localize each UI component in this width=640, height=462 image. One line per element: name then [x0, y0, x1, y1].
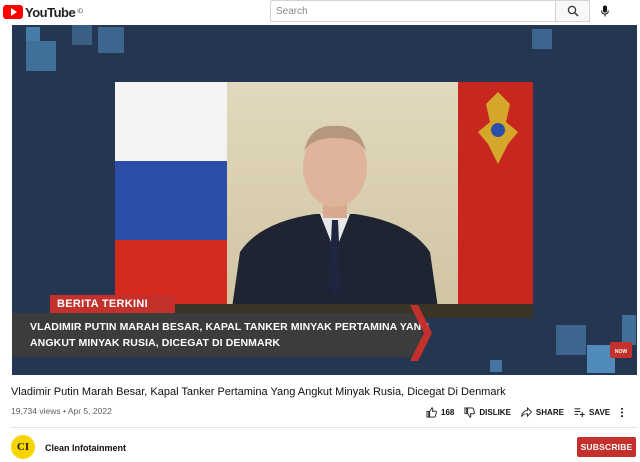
- decor-square: [26, 41, 56, 71]
- decor-square: [556, 325, 586, 355]
- russian-flag: [115, 82, 227, 318]
- youtube-watch-page: YouTube ID Search BERITA TERKINI VLADIMI…: [0, 0, 640, 462]
- channel-avatar[interactable]: CI: [11, 435, 35, 459]
- youtube-logo-icon: [3, 5, 23, 19]
- headline-line-2: ANGKUT MINYAK RUSIA, DICEGAT DI DENMARK: [30, 337, 281, 349]
- playlist-add-icon: [574, 407, 585, 417]
- search-icon: [567, 5, 578, 17]
- subscribe-button[interactable]: SUBSCRIBE: [577, 437, 636, 457]
- more-actions-button[interactable]: [620, 407, 628, 418]
- divider: [11, 427, 637, 428]
- thumbs-up-icon: [426, 406, 437, 417]
- video-player[interactable]: BERITA TERKINI VLADIMIR PUTIN MARAH BESA…: [12, 25, 637, 375]
- speaker-figure: [230, 125, 440, 318]
- chevron-decor-icon: [410, 305, 432, 361]
- top-bar: YouTube ID: [0, 0, 640, 24]
- share-icon: [520, 406, 532, 417]
- thumbs-down-icon: [464, 407, 476, 418]
- coat-of-arms-icon: [478, 92, 518, 164]
- video-title: Vladimir Putin Marah Besar, Kapal Tanker…: [11, 386, 506, 398]
- decor-square: [26, 27, 40, 41]
- video-frame: [115, 82, 533, 318]
- like-count: 168: [441, 407, 455, 417]
- logo-text: YouTube: [25, 4, 76, 20]
- share-button[interactable]: SHARE: [520, 406, 564, 418]
- like-button[interactable]: 168: [426, 406, 455, 418]
- headline-bar: VLADIMIR PUTIN MARAH BESAR, KAPAL TANKER…: [12, 313, 430, 357]
- share-label: SHARE: [535, 407, 564, 417]
- red-banner: [458, 82, 533, 318]
- decor-square: [490, 360, 502, 372]
- save-label: SAVE: [588, 407, 611, 417]
- search-input[interactable]: [271, 1, 555, 22]
- dislike-label: DISLIKE: [479, 407, 511, 417]
- search-box: [270, 0, 556, 22]
- save-button[interactable]: SAVE: [574, 407, 610, 418]
- channel-corner-logo: NOW: [610, 342, 632, 358]
- youtube-logo[interactable]: YouTube ID: [3, 4, 83, 20]
- headline-line-1: VLADIMIR PUTIN MARAH BESAR, KAPAL TANKER…: [30, 321, 430, 333]
- dislike-button[interactable]: DISLIKE: [464, 407, 511, 418]
- search-button[interactable]: [556, 0, 590, 22]
- breaking-news-badge: BERITA TERKINI: [50, 295, 175, 313]
- more-vert-icon: [621, 407, 624, 417]
- channel-name[interactable]: Clean Infotainment: [45, 443, 126, 453]
- voice-search-button[interactable]: [596, 1, 614, 21]
- action-bar: 168 DISLIKE SHARE SAVE: [426, 404, 628, 420]
- badge-label: BERITA TERKINI: [57, 298, 148, 310]
- decor-square: [532, 29, 552, 49]
- mic-icon: [601, 5, 609, 17]
- logo-country-code: ID: [77, 9, 84, 15]
- video-meta: 19,734 views • Apr 5, 2022: [11, 406, 112, 416]
- decor-square: [98, 27, 124, 53]
- decor-square: [72, 25, 92, 45]
- decor-square: [622, 315, 636, 345]
